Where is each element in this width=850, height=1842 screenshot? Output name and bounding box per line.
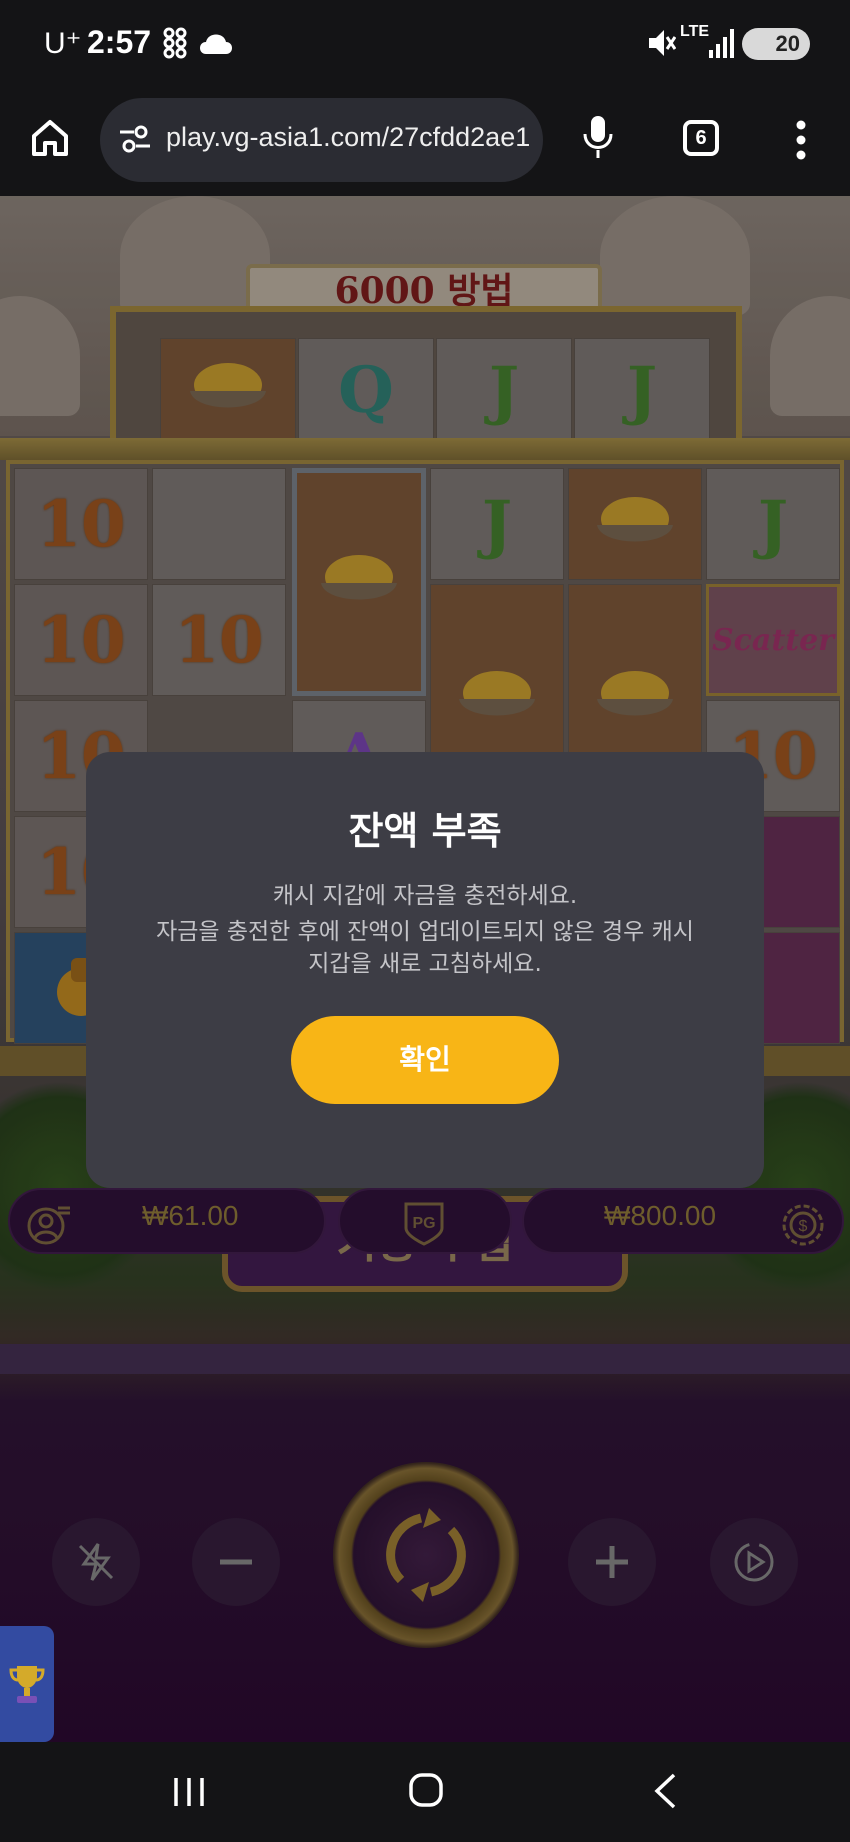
app-grid-notification-icon [162,26,188,64]
insufficient-balance-dialog: 잔액 부족 캐시 지갑에 자금을 충전하세요. 자금을 충전한 후에 잔액이 업… [86,752,764,1188]
url-text: play.vg-asia1.com/27cfdd2ae1 [166,122,531,152]
more-options-icon[interactable] [794,120,808,164]
battery-level: 20 [775,31,800,56]
tab-switcher-button[interactable]: 6 [683,120,719,156]
signal-icon [708,26,736,64]
back-icon[interactable] [652,1772,678,1814]
dialog-message-line: 자금을 충전한 후에 잔액이 업데이트되지 않은 경우 캐시 [156,919,694,945]
recent-apps-icon[interactable] [172,1776,206,1812]
microphone-icon[interactable] [582,114,614,166]
dialog-message-line: 캐시 지갑에 자금을 충전하세요. [272,883,578,909]
carrier-label: U⁺ [44,27,82,60]
browser-toolbar: play.vg-asia1.com/27cfdd2ae1 6 [0,86,850,196]
dialog-message-line: 지갑을 새로 고침하세요. [308,951,542,977]
screen: U⁺ 2:57 LTE 20 play.vg-asia1.com/27cfdd2… [0,0,850,1842]
status-bar: U⁺ 2:57 LTE 20 [0,0,850,86]
tab-count: 6 [695,127,707,149]
site-settings-icon[interactable] [118,122,152,160]
network-type-label: LTE [680,23,710,40]
cloud-notification-icon [196,28,234,62]
home-nav-icon[interactable] [408,1772,444,1812]
system-navigation-bar [0,1742,850,1842]
mute-icon [646,26,677,64]
address-bar[interactable]: play.vg-asia1.com/27cfdd2ae1 [100,98,543,182]
dialog-title: 잔액 부족 [348,809,502,853]
home-icon[interactable] [28,116,72,164]
clock: 2:57 [87,24,152,60]
confirm-button[interactable]: 확인 [291,1016,559,1104]
battery-indicator: 20 [742,28,810,60]
